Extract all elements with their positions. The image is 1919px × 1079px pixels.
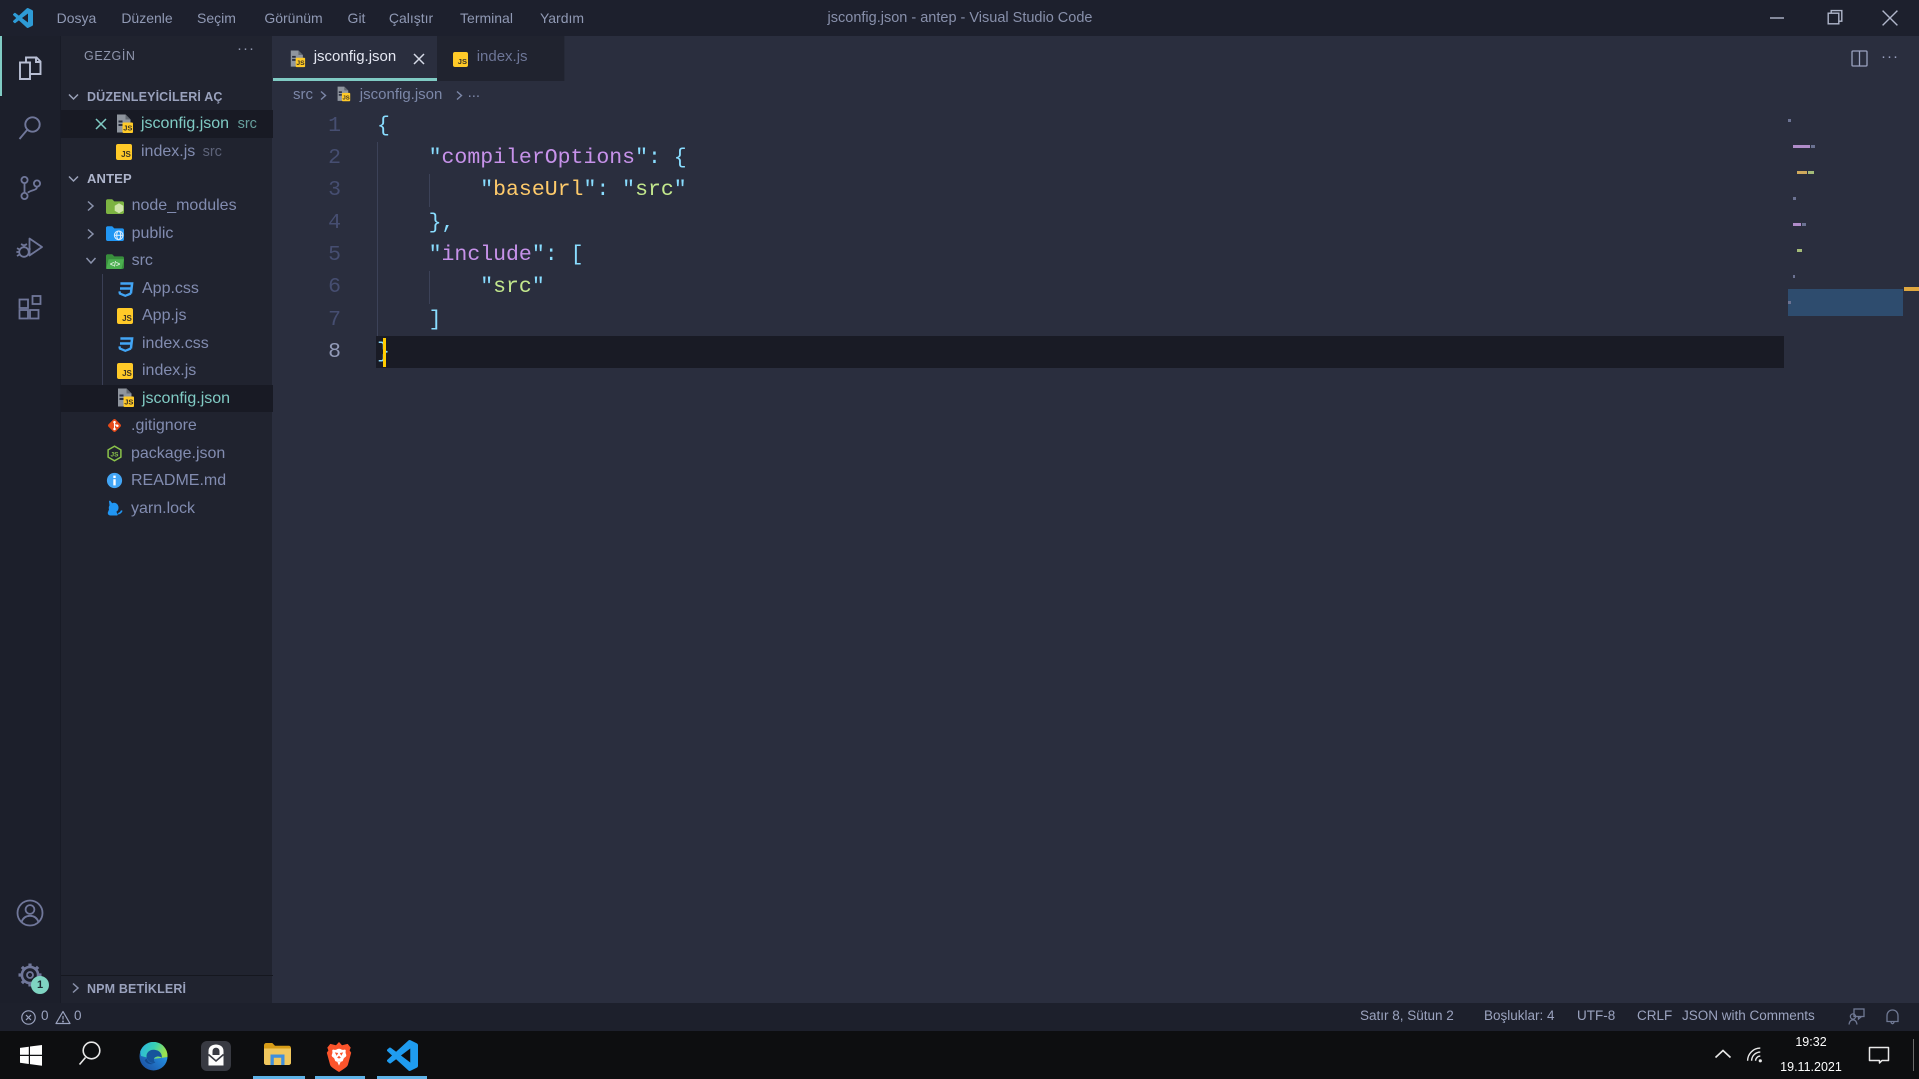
svg-text:JS: JS [457, 57, 466, 66]
svg-text:</>: </> [110, 261, 120, 268]
svg-text:JS: JS [124, 397, 133, 406]
svg-text:JS: JS [121, 150, 131, 159]
svg-text:JS: JS [122, 314, 132, 323]
svg-text:JS: JS [110, 451, 119, 458]
svg-text:JS: JS [123, 124, 132, 133]
svg-text:JS: JS [122, 369, 132, 378]
svg-text:JS: JS [296, 60, 305, 67]
svg-text:JS: JS [342, 95, 349, 101]
